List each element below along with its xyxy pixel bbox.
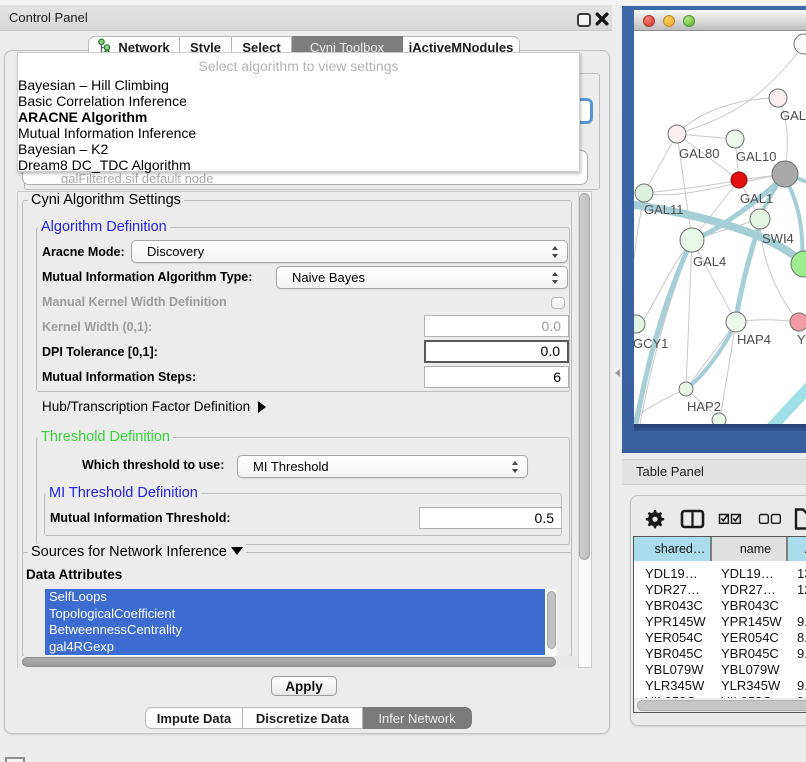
svg-text:GAL80: GAL80 [679, 146, 719, 161]
svg-text:GAL4: GAL4 [693, 254, 726, 269]
svg-text:GAL8: GAL8 [780, 108, 806, 123]
svg-text:GAL11: GAL11 [644, 202, 684, 217]
svg-text:GAL1: GAL1 [740, 191, 773, 206]
svg-text:GCY1: GCY1 [634, 336, 668, 351]
svg-text:HAP4: HAP4 [737, 332, 771, 347]
svg-text:HAP2: HAP2 [687, 399, 721, 414]
svg-text:SWI4: SWI4 [762, 231, 794, 246]
svg-text:Y: Y [797, 332, 806, 347]
svg-text:GAL10: GAL10 [736, 149, 776, 164]
